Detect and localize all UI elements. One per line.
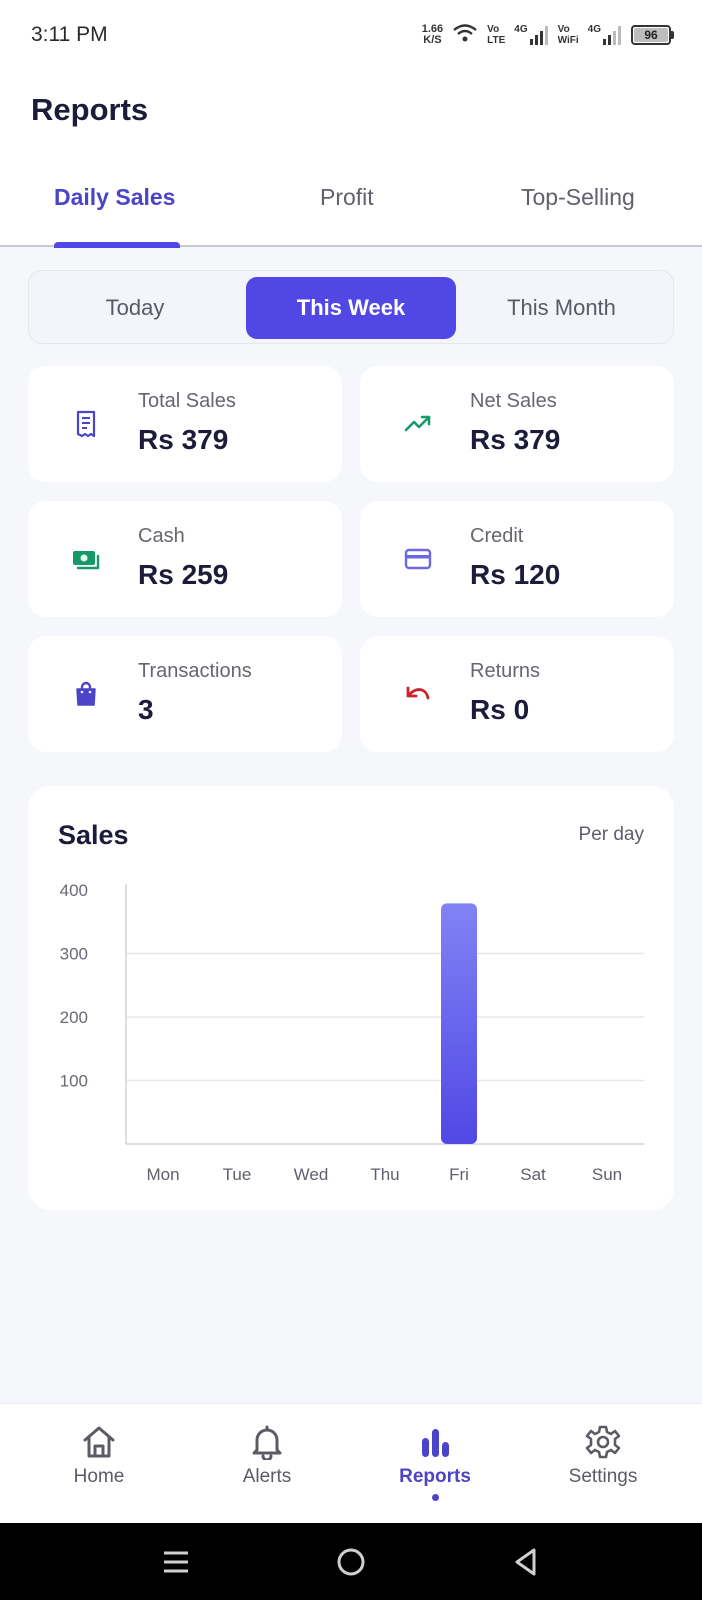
volte-indicator: Vo LTE <box>487 24 506 46</box>
stat-value: Rs 379 <box>470 424 561 455</box>
x-tick-label: Wed <box>294 1165 329 1184</box>
period-this-month[interactable]: This Month <box>456 277 667 339</box>
y-tick-label: 300 <box>60 945 88 964</box>
stat-label: Credit <box>470 525 524 547</box>
shopping-bag-icon <box>76 681 96 706</box>
system-nav-bar <box>0 1523 702 1600</box>
back-system-button[interactable] <box>506 1542 546 1582</box>
icon-box <box>386 527 450 591</box>
gear-icon <box>585 1425 621 1459</box>
nav-label: Alerts <box>242 1466 292 1487</box>
nav-label: Home <box>73 1466 125 1487</box>
network-speed: 1.66 K/S <box>421 23 444 46</box>
credit-card-icon <box>404 548 432 570</box>
bottom-nav: Home Alerts Reports Settings <box>0 1403 702 1523</box>
nav-label: Reports <box>399 1466 471 1487</box>
sales-bar-chart: 100 200 300 400 Mon Tue Wed Thu Fri Sat Sun <box>60 881 644 1184</box>
tab-indicator <box>54 242 180 248</box>
nav-alerts[interactable]: Alerts <box>207 1424 327 1488</box>
stat-card-credit[interactable]: Credit Rs 120 <box>360 501 674 617</box>
stat-label: Cash <box>138 525 185 547</box>
y-tick-label: 100 <box>60 1072 88 1091</box>
y-tick-label: 200 <box>60 1008 88 1027</box>
undo-icon <box>406 686 430 700</box>
stat-label: Transactions <box>138 660 252 682</box>
tab-daily-sales[interactable]: Daily Sales <box>54 184 175 211</box>
bar-chart-icon <box>422 1429 449 1457</box>
vowifi-indicator: Vo WiFi <box>557 24 579 46</box>
nav-reports[interactable]: Reports <box>375 1424 495 1501</box>
battery-icon: 96 <box>631 25 674 45</box>
bell-icon <box>252 1425 282 1460</box>
period-selector: Today This Week This Month <box>28 270 674 344</box>
stat-value: Rs 379 <box>138 424 229 455</box>
stat-value: Rs 120 <box>470 559 561 590</box>
battery-level: 96 <box>634 28 668 42</box>
stat-label: Returns <box>470 660 541 682</box>
status-time: 3:11 PM <box>31 23 108 46</box>
period-today[interactable]: Today <box>35 277 235 339</box>
stat-value: 3 <box>138 694 154 725</box>
x-tick-label: Sun <box>592 1165 622 1184</box>
signal-icon <box>529 26 548 45</box>
status-bar: 3:11 PM 1.66 K/S Vo LTE 4G Vo WiFi 4G 96 <box>0 0 702 70</box>
stat-value: Rs 259 <box>138 559 229 590</box>
recent-apps-button[interactable] <box>156 1542 196 1582</box>
signal-strength-2: 4G <box>588 24 622 46</box>
icon-box <box>54 392 118 456</box>
sales-chart-card: Sales Per day 100 200 300 400 Mon Tue Wed Thu Fr… <box>28 786 674 1210</box>
stat-card-transactions[interactable]: Transactions 3 <box>28 636 342 752</box>
icon-box <box>386 392 450 456</box>
bar-fri[interactable] <box>441 903 477 1144</box>
x-tick-label: Mon <box>146 1165 179 1184</box>
x-tick-label: Thu <box>370 1165 399 1184</box>
stat-card-total-sales[interactable]: Total Sales Rs 379 <box>28 366 342 482</box>
status-icons: 1.66 K/S Vo LTE 4G Vo WiFi 4G 96 <box>422 20 674 50</box>
x-tick-label: Fri <box>449 1165 469 1184</box>
trending-up-icon <box>404 415 431 432</box>
report-tabs: Daily Sales Profit Top-Selling <box>0 168 702 248</box>
stat-card-cash[interactable]: Cash Rs 259 <box>28 501 342 617</box>
y-tick-label: 400 <box>60 881 88 900</box>
x-tick-label: Tue <box>223 1165 252 1184</box>
wifi-icon <box>452 22 478 49</box>
signal-strength-1: 4G <box>514 24 548 46</box>
tab-profit[interactable]: Profit <box>320 184 374 211</box>
x-tick-label: Sat <box>520 1165 546 1184</box>
back-triangle-icon <box>515 1548 536 1576</box>
stat-label: Net Sales <box>470 390 557 412</box>
home-icon <box>83 1426 115 1458</box>
stat-value: Rs 0 <box>470 694 530 725</box>
stat-label: Total Sales <box>138 390 236 412</box>
receipt-icon <box>76 410 96 438</box>
stat-card-net-sales[interactable]: Net Sales Rs 379 <box>360 366 674 482</box>
circle-icon <box>337 1548 365 1576</box>
menu-icon <box>164 1551 188 1573</box>
tab-top-selling[interactable]: Top-Selling <box>521 184 635 211</box>
nav-settings[interactable]: Settings <box>543 1424 663 1488</box>
active-indicator-dot <box>431 1494 439 1501</box>
page-title: Reports <box>31 92 149 127</box>
nav-label: Settings <box>568 1466 638 1487</box>
period-this-week[interactable]: This Week <box>246 277 456 339</box>
home-system-button[interactable] <box>331 1542 371 1582</box>
nav-home[interactable]: Home <box>39 1424 159 1488</box>
icon-box <box>54 662 118 726</box>
icon-box <box>54 527 118 591</box>
icon-box <box>386 662 450 726</box>
stat-card-returns[interactable]: Returns Rs 0 <box>360 636 674 752</box>
cash-icon <box>73 551 100 570</box>
signal-icon <box>603 26 621 45</box>
